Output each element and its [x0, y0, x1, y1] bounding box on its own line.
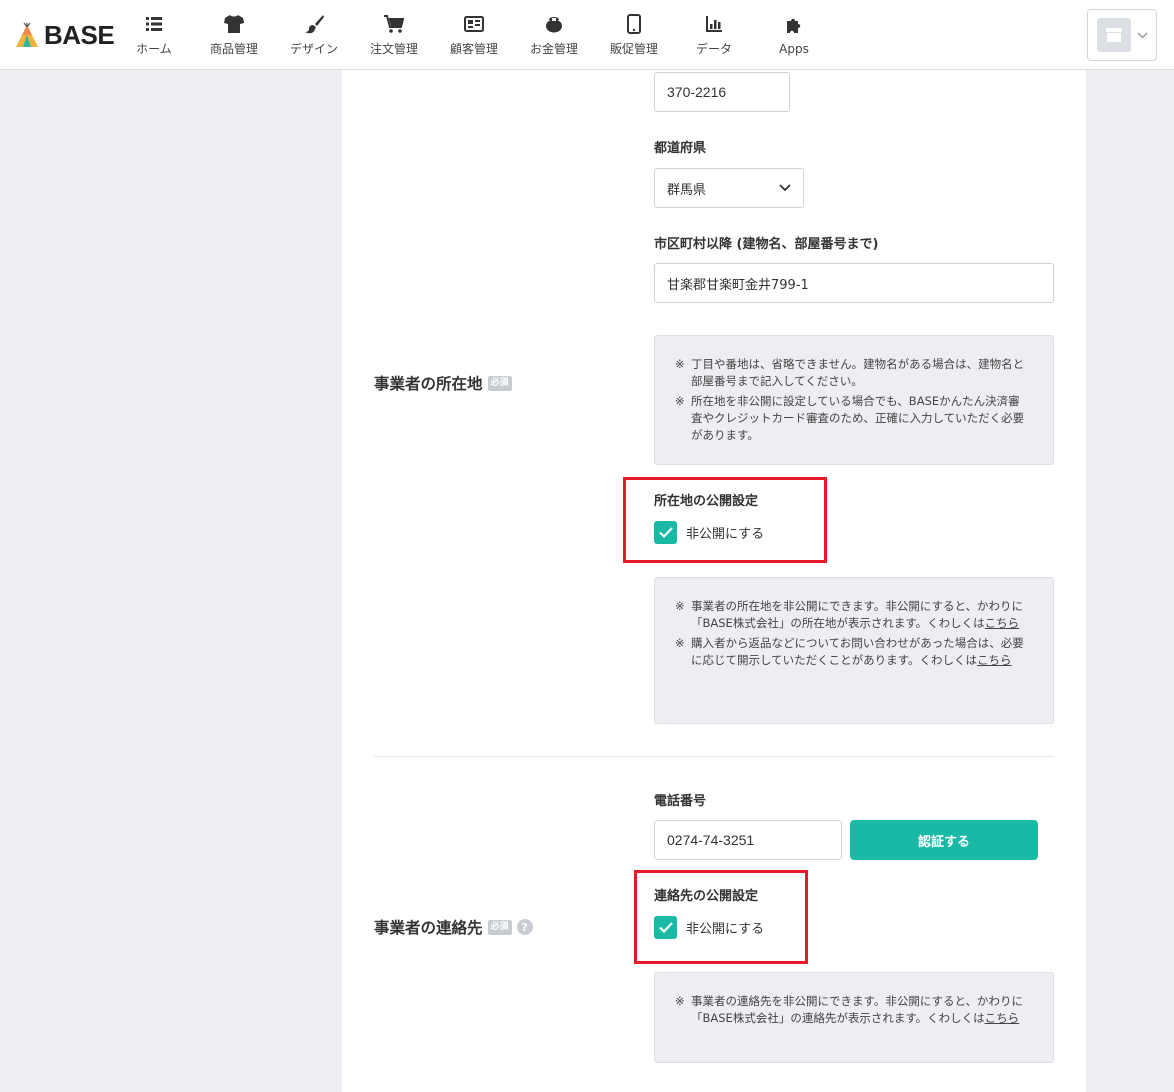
note-item: ※ 所在地を非公開に設定している場合でも、BASEかんたん決済審査やクレジットカ…	[675, 393, 1029, 444]
main-nav: ホーム 商品管理 デザイン 注文管理 顧客管理 お金管理 販促管理 データ Ap…	[114, 0, 834, 70]
tshirt-icon	[223, 13, 245, 35]
smartphone-icon	[623, 13, 645, 35]
postal-code-value: 370-2216	[667, 84, 727, 100]
address-section-label: 事業者の所在地 必須	[374, 372, 512, 394]
nav-label: お金管理	[529, 42, 578, 56]
prefecture-label: 都道府県	[654, 141, 707, 156]
phone-value: 0274-74-3251	[667, 832, 755, 848]
chevron-down-icon	[779, 184, 791, 192]
address-visibility-label: 所在地の公開設定	[654, 494, 759, 509]
verify-button[interactable]: 認証する	[850, 820, 1038, 860]
note-item: ※ 購入者から返品などについてお問い合わせがあった場合は、必要に応じて開示してい…	[675, 635, 1029, 669]
checkbox-label: 非公開にする	[686, 527, 765, 542]
note-text: 事業者の所在地を非公開にできます。非公開にすると、かわりに「BASE株式会社」の…	[691, 599, 1024, 630]
details-link[interactable]: こちら	[977, 653, 1012, 667]
logo-text: BASE	[44, 20, 115, 50]
note-mark: ※	[675, 357, 685, 371]
note-mark: ※	[675, 994, 685, 1008]
contact-visibility-note-box: ※ 事業者の連絡先を非公開にできます。非公開にすると、かわりに「BASE株式会社…	[654, 972, 1054, 1063]
section-divider	[374, 756, 1054, 757]
nav-item-apps[interactable]: Apps	[754, 0, 834, 70]
nav-item-home[interactable]: ホーム	[114, 0, 194, 70]
contact-section-title: 事業者の連絡先	[374, 919, 483, 937]
city-label: 市区町村以降 (建物名、部屋番号まで)	[654, 237, 879, 252]
address-section-title: 事業者の所在地	[374, 375, 483, 393]
note-item: ※ 事業者の連絡先を非公開にできます。非公開にすると、かわりに「BASE株式会社…	[675, 993, 1029, 1027]
nav-item-customers[interactable]: 顧客管理	[434, 0, 514, 70]
checkbox-checked[interactable]	[654, 521, 677, 544]
checkbox-checked[interactable]	[654, 916, 677, 939]
note-item: ※ 事業者の所在地を非公開にできます。非公開にすると、かわりに「BASE株式会社…	[675, 598, 1029, 632]
address-private-checkbox[interactable]: 非公開にする	[654, 521, 764, 544]
puzzle-icon	[783, 15, 805, 37]
phone-input[interactable]: 0274-74-3251	[654, 820, 842, 860]
prefecture-select[interactable]: 群馬県	[654, 168, 804, 208]
cart-icon	[383, 13, 405, 35]
id-card-icon	[463, 13, 485, 35]
nav-item-orders[interactable]: 注文管理	[354, 0, 434, 70]
home-list-icon	[143, 13, 165, 35]
city-input[interactable]: 甘楽郡甘楽町金井799-1	[654, 263, 1054, 303]
details-link[interactable]: こちら	[985, 1011, 1020, 1025]
settings-panel: 370-2216 都道府県 群馬県 市区町村以降 (建物名、部屋番号まで) 甘楽…	[342, 70, 1086, 1092]
postal-code-input[interactable]: 370-2216	[654, 72, 790, 112]
contact-section-label: 事業者の連絡先 必須 ?	[374, 916, 533, 938]
base-logo[interactable]: BASE	[14, 20, 115, 51]
address-visibility-note-box: ※ 事業者の所在地を非公開にできます。非公開にすると、かわりに「BASE株式会社…	[654, 577, 1054, 724]
shop-avatar	[1096, 18, 1131, 52]
note-item: ※ 丁目や番地は、省略できません。建物名がある場合は、建物名と部屋番号まで記入し…	[675, 356, 1029, 390]
contact-visibility-label: 連絡先の公開設定	[654, 889, 759, 904]
nav-label: 商品管理	[209, 42, 258, 56]
prefecture-value: 群馬県	[667, 182, 707, 198]
nav-label: 販促管理	[609, 42, 658, 56]
top-header: BASE ホーム 商品管理 デザイン 注文管理 顧客管理 お金管理 販促管理 デ…	[0, 0, 1174, 70]
city-value: 甘楽郡甘楽町金井799-1	[667, 277, 809, 293]
required-badge: 必須	[487, 375, 512, 391]
nav-label: データ	[695, 42, 732, 56]
bar-chart-icon	[703, 13, 725, 35]
teepee-logo-icon	[16, 22, 38, 47]
check-icon	[658, 527, 673, 538]
nav-item-design[interactable]: デザイン	[274, 0, 354, 70]
chevron-down-icon	[1136, 31, 1148, 39]
note-text: 購入者から返品などについてお問い合わせがあった場合は、必要に応じて開示していただ…	[691, 636, 1024, 667]
nav-label: 注文管理	[369, 42, 418, 56]
phone-label: 電話番号	[654, 794, 707, 809]
note-text: 所在地を非公開に設定している場合でも、BASEかんたん決済審査やクレジットカード…	[691, 394, 1025, 442]
shop-switcher[interactable]	[1087, 9, 1157, 61]
wallet-icon	[543, 13, 565, 35]
note-mark: ※	[675, 636, 685, 650]
note-mark: ※	[675, 394, 685, 408]
nav-item-money[interactable]: お金管理	[514, 0, 594, 70]
store-icon	[1105, 28, 1122, 42]
help-icon[interactable]: ?	[516, 919, 533, 935]
contact-private-checkbox[interactable]: 非公開にする	[654, 916, 764, 939]
note-text: 丁目や番地は、省略できません。建物名がある場合は、建物名と部屋番号まで記入してく…	[691, 357, 1025, 388]
checkbox-label: 非公開にする	[686, 922, 765, 937]
nav-label: Apps	[779, 41, 809, 56]
nav-item-data[interactable]: データ	[674, 0, 754, 70]
nav-item-products[interactable]: 商品管理	[194, 0, 274, 70]
nav-item-promotions[interactable]: 販促管理	[594, 0, 674, 70]
paintbrush-icon	[303, 13, 325, 35]
nav-label: ホーム	[136, 42, 172, 56]
check-icon	[658, 922, 673, 933]
details-link[interactable]: こちら	[985, 616, 1020, 630]
nav-label: 顧客管理	[449, 42, 498, 56]
nav-label: デザイン	[289, 42, 338, 56]
required-badge: 必須	[487, 919, 512, 935]
note-text: 事業者の連絡先を非公開にできます。非公開にすると、かわりに「BASE株式会社」の…	[691, 994, 1024, 1025]
note-mark: ※	[675, 599, 685, 613]
address-note-box: ※ 丁目や番地は、省略できません。建物名がある場合は、建物名と部屋番号まで記入し…	[654, 335, 1054, 465]
